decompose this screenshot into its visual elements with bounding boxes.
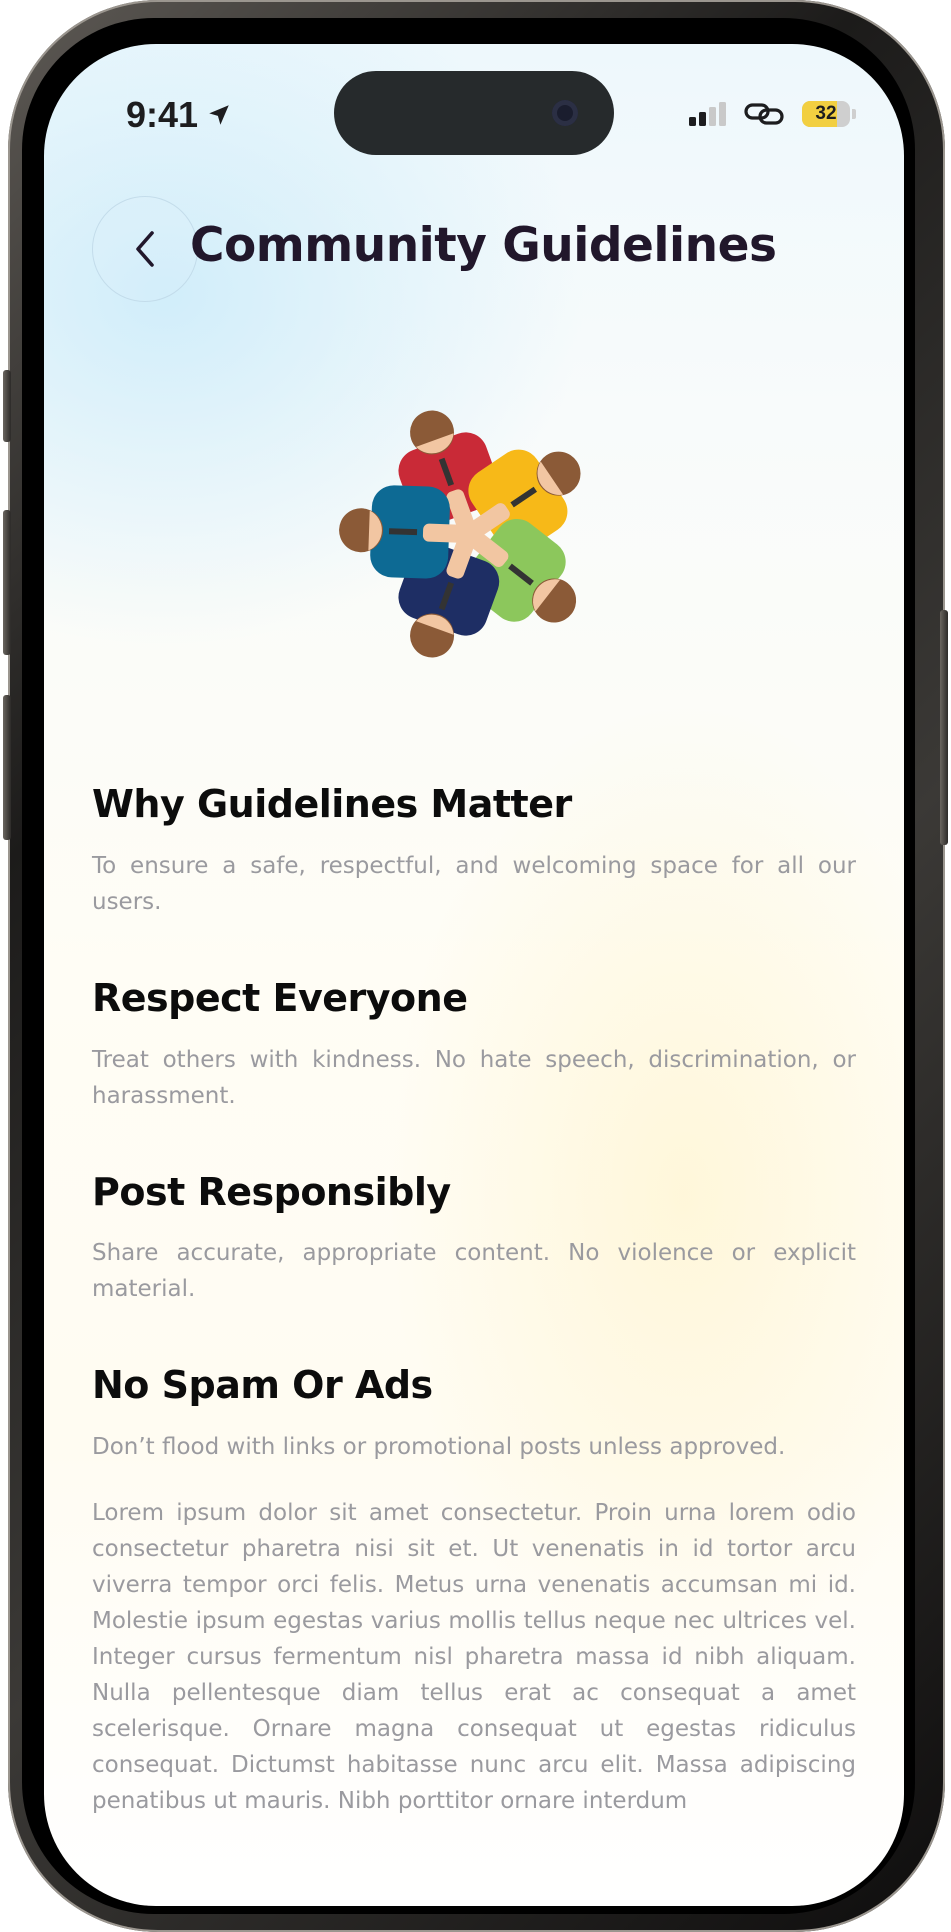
section-heading: Respect Everyone xyxy=(92,975,468,1020)
camera-icon xyxy=(552,100,578,126)
cellular-signal-icon xyxy=(689,102,726,126)
team-hands-together-icon xyxy=(339,410,581,658)
section-heading: No Spam Or Ads xyxy=(92,1363,433,1408)
guidelines-content: Why Guidelines Matter To ensure a safe, … xyxy=(92,782,856,1842)
guideline-section: No Spam Or Ads Don’t flood with links or… xyxy=(92,1365,856,1465)
section-body: Don’t flood with links or promotional po… xyxy=(92,1434,786,1461)
team-member-figure xyxy=(339,485,464,579)
section-body: To ensure a safe, respectful, and welcom… xyxy=(92,852,856,915)
back-button[interactable] xyxy=(92,196,198,302)
guideline-section: Respect Everyone Treat others with kindn… xyxy=(92,975,856,1114)
section-heading: Why Guidelines Matter xyxy=(92,782,572,826)
volume-down-button xyxy=(3,695,11,840)
app-screen: 9:41 32 Community Guidelines Why Guideli… xyxy=(44,44,904,1906)
time-label: 9:41 xyxy=(126,94,199,135)
status-icons: 32 xyxy=(689,100,856,128)
action-button xyxy=(3,370,11,442)
power-button xyxy=(940,610,948,845)
section-body: Share accurate, appropriate content. No … xyxy=(92,1240,856,1303)
dynamic-island xyxy=(334,71,614,155)
link-icon xyxy=(744,103,784,125)
battery-icon: 32 xyxy=(802,101,850,127)
section-heading: Post Responsibly xyxy=(92,1169,451,1214)
guideline-section: Why Guidelines Matter To ensure a safe, … xyxy=(92,782,856,920)
status-time: 9:41 xyxy=(126,94,232,136)
battery-level: 32 xyxy=(815,103,837,124)
section-body: Treat others with kindness. No hate spee… xyxy=(92,1046,856,1109)
lorem-paragraph: Lorem ipsum dolor sit amet consectetur. … xyxy=(92,1500,856,1815)
chevron-left-icon xyxy=(136,231,154,267)
volume-up-button xyxy=(3,510,11,655)
location-arrow-icon xyxy=(209,105,229,125)
guideline-section: Post Responsibly Share accurate, appropr… xyxy=(92,1169,856,1308)
page-title: Community Guidelines xyxy=(190,218,777,273)
